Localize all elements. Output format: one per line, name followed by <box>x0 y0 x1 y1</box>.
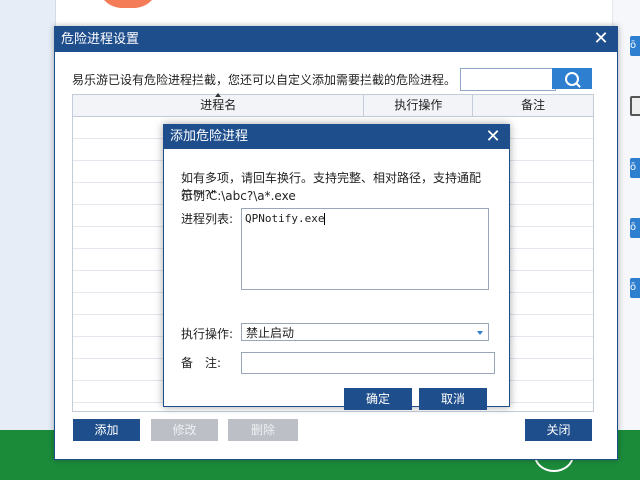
dialog-description: 易乐游已设有危险进程拦截，您还可以自定义添加需要拦截的危险进程。 <box>72 73 457 87</box>
edit-button[interactable]: 修改 <box>151 419 218 441</box>
cancel-button[interactable]: 取消 <box>419 388 487 410</box>
dialog-titlebar: 添加危险进程 ✕ <box>164 125 509 149</box>
remark-label: 备 注: <box>181 356 222 370</box>
search-button[interactable] <box>552 68 592 89</box>
close-icon[interactable]: ✕ <box>591 27 611 52</box>
background-side-button[interactable]: ō <box>630 278 640 298</box>
delete-button[interactable]: 删除 <box>228 419 298 441</box>
action-select-value: 禁止启动 <box>246 326 295 340</box>
search-input[interactable] <box>460 68 556 91</box>
dialog-titlebar: 危险进程设置 ✕ <box>55 27 617 52</box>
column-header-remark[interactable]: 备注 <box>473 95 593 116</box>
background-avatar <box>98 0 158 8</box>
dialog-content: 如有多项，请回车换行。支持完整、相对路径，支持通配符"*?" 示例 C:\abc… <box>164 149 509 410</box>
background-sidebar <box>0 0 56 430</box>
chevron-down-icon <box>477 331 483 335</box>
remark-input[interactable] <box>241 352 495 374</box>
dialog-title: 危险进程设置 <box>61 32 140 47</box>
close-icon[interactable]: ✕ <box>483 125 503 150</box>
confirm-button[interactable]: 确定 <box>344 388 412 410</box>
background-side-button[interactable]: ō <box>630 218 640 238</box>
action-label: 执行操作: <box>181 327 234 341</box>
sort-arrow-icon <box>215 93 222 97</box>
column-header-action[interactable]: 执行操作 <box>364 95 474 116</box>
process-list-textarea[interactable]: QPNotify.exe <box>241 208 489 290</box>
close-button[interactable]: 关闭 <box>525 419 592 441</box>
search-icon <box>565 71 579 86</box>
dialog-title: 添加危险进程 <box>170 129 249 144</box>
add-dangerous-process-dialog: 添加危险进程 ✕ 如有多项，请回车换行。支持完整、相对路径，支持通配符"*?" … <box>163 124 510 410</box>
table-header: 进程名 执行操作 备注 <box>73 93 593 117</box>
background-side-button[interactable] <box>630 96 640 116</box>
background-side-button[interactable]: ō <box>630 36 640 56</box>
text-caret <box>324 213 326 225</box>
action-select[interactable]: 禁止启动 <box>241 323 489 341</box>
add-button[interactable]: 添加 <box>73 419 140 441</box>
example-text: 示例 C:\abc?\a*.exe <box>181 189 296 203</box>
background-side-button[interactable]: ō <box>630 158 640 178</box>
column-header-process-name[interactable]: 进程名 <box>73 93 365 116</box>
process-list-value: QPNotify.exe <box>245 212 325 225</box>
process-list-label: 进程列表: <box>181 212 234 226</box>
